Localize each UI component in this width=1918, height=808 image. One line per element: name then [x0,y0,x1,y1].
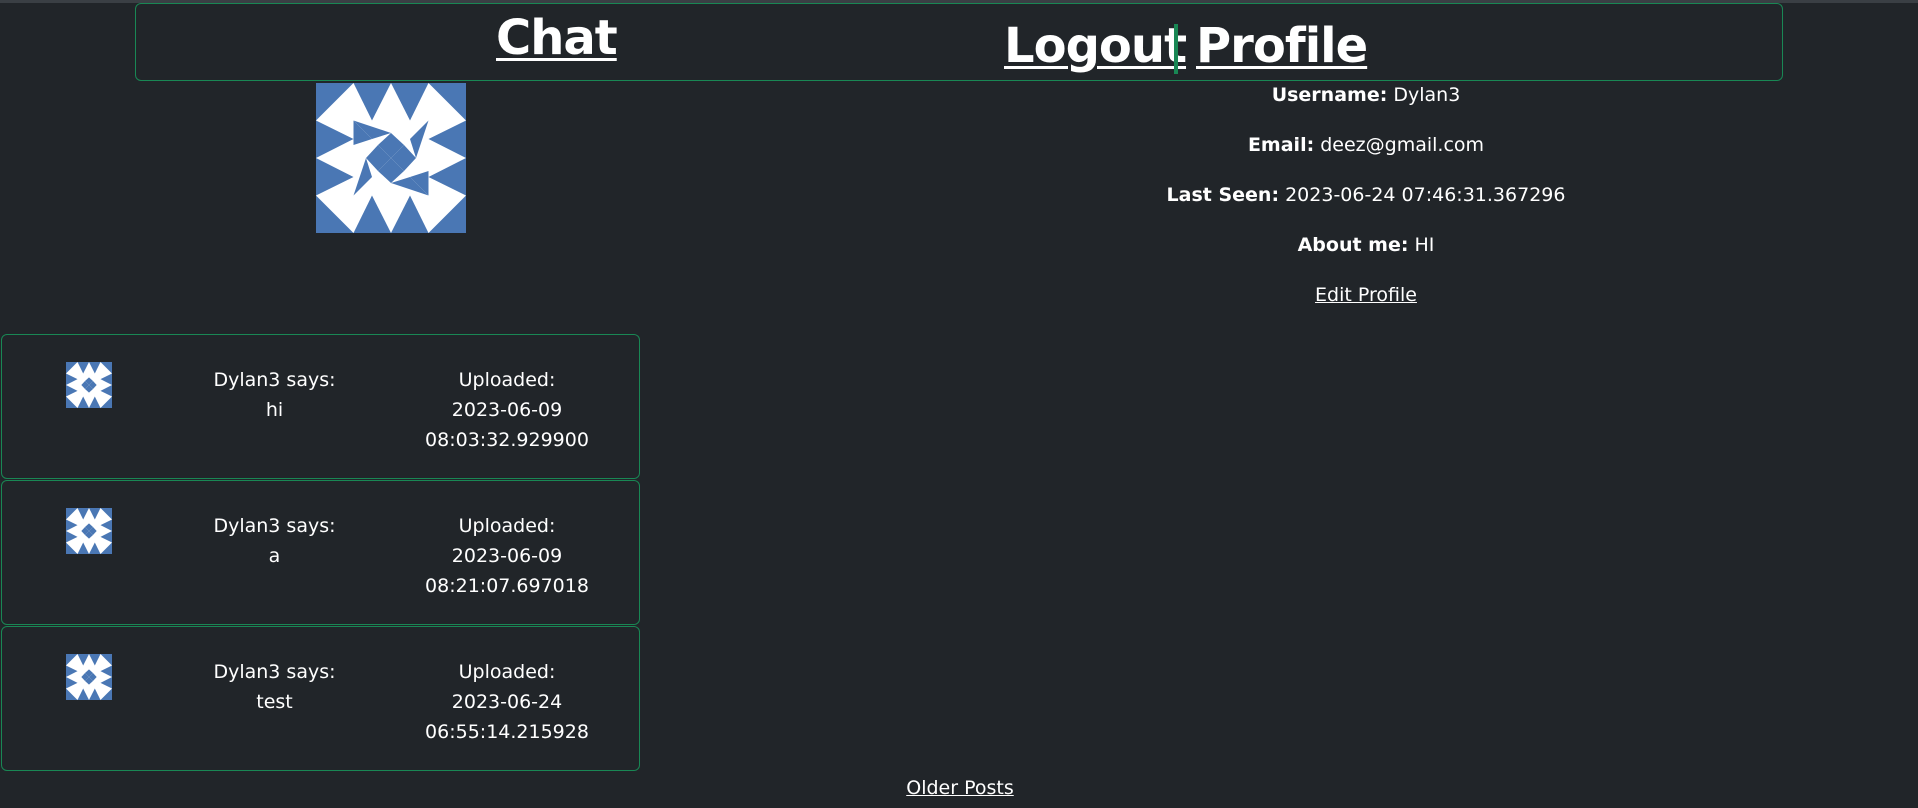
post-author: Dylan3 says: [213,369,336,391]
post-time: 08:21:07.697018 [425,575,589,597]
last-seen-value: 2023-06-24 07:46:31.367296 [1285,184,1566,206]
post-card: Dylan3 says: hi Uploaded: 2023-06-09 08:… [1,334,640,479]
post-card: Dylan3 says: a Uploaded: 2023-06-09 08:2… [1,480,640,625]
last-seen-row: Last Seen: 2023-06-24 07:46:31.367296 [1066,184,1666,207]
profile-avatar-icon [316,83,466,233]
nav-profile-link[interactable]: Profile [1196,16,1368,76]
username-label: Username: [1271,84,1388,106]
post-date: 2023-06-09 [451,399,563,421]
post-author-block: Dylan3 says: a [172,511,377,571]
email-label: Email: [1247,134,1315,156]
post-avatar-icon [66,362,112,408]
navbar: Chat Logout Profile [135,3,1783,81]
nav-chat-link[interactable]: Chat [496,8,618,68]
post-uploaded-label: Uploaded: [458,661,556,683]
nav-logout-link[interactable]: Logout [1004,16,1187,76]
nav-separator [1174,24,1178,74]
email-value: deez@gmail.com [1320,134,1485,156]
post-date: 2023-06-09 [451,545,563,567]
about-row: About me: HI [1066,234,1666,257]
post-uploaded-label: Uploaded: [458,369,556,391]
post-uploaded-label: Uploaded: [458,515,556,537]
post-time: 08:03:32.929900 [425,429,589,451]
post-card: Dylan3 says: test Uploaded: 2023-06-24 0… [1,626,640,771]
about-label: About me: [1297,234,1409,256]
post-author: Dylan3 says: [213,661,336,683]
post-date: 2023-06-24 [451,691,563,713]
post-body: hi [265,399,284,421]
post-author-block: Dylan3 says: test [172,657,377,717]
post-author: Dylan3 says: [213,515,336,537]
profile-info: Username: Dylan3 Email: deez@gmail.com L… [1066,84,1666,334]
edit-row: Edit Profile [1066,284,1666,307]
post-upload-block: Uploaded: 2023-06-09 08:21:07.697018 [402,511,612,601]
post-time: 06:55:14.215928 [425,721,589,743]
post-body: test [256,691,293,713]
email-row: Email: deez@gmail.com [1066,134,1666,157]
post-avatar-icon [66,508,112,554]
edit-profile-link[interactable]: Edit Profile [1315,284,1417,306]
older-posts-link[interactable]: Older Posts [880,775,1040,801]
post-upload-block: Uploaded: 2023-06-24 06:55:14.215928 [402,657,612,747]
post-body: a [268,545,281,567]
username-row: Username: Dylan3 [1066,84,1666,107]
post-author-block: Dylan3 says: hi [172,365,377,425]
post-avatar-icon [66,654,112,700]
username-value: Dylan3 [1393,84,1461,106]
last-seen-label: Last Seen: [1166,184,1280,206]
post-upload-block: Uploaded: 2023-06-09 08:03:32.929900 [402,365,612,455]
about-value: HI [1414,234,1435,256]
